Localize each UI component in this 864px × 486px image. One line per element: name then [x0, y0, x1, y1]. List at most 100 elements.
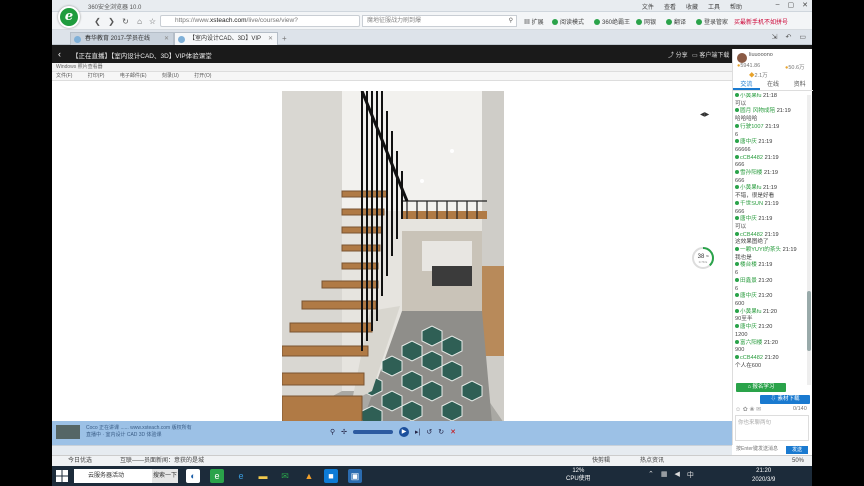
app-icon-3[interactable]: ■ — [324, 469, 338, 483]
today-picks[interactable]: 今日优选 — [68, 456, 92, 466]
chat-sender[interactable]: 富六阳楼 — [740, 340, 762, 346]
tab-close-icon[interactable]: ✕ — [164, 33, 169, 45]
ext-login[interactable]: 登录管家 — [696, 17, 728, 26]
wechat-icon[interactable]: ✉ — [278, 469, 292, 483]
favorite-star-icon[interactable]: ☆ — [147, 16, 158, 27]
live-video[interactable]: Windows 照片查看器 文件(F) 打印(P) 电子邮件(E) 刻录(U) … — [52, 63, 732, 445]
quick-edit[interactable]: 快剪辑 — [592, 456, 610, 466]
tab-chunhua[interactable]: 春华教育 2017-学员在线 ✕ — [70, 32, 174, 45]
chat-sender[interactable]: 唐中庆 — [740, 139, 757, 145]
client-download-button[interactable]: ▭ 客户端下载 — [692, 50, 729, 59]
rotate-right-icon[interactable]: ↻ — [438, 428, 444, 436]
taskbar-search-button[interactable]: 搜索一下 — [152, 469, 178, 483]
play-button[interactable]: ▶ — [399, 427, 410, 437]
tab-materials[interactable]: 资料 — [786, 80, 813, 90]
tab-expand-icon[interactable]: ▭ — [799, 33, 806, 41]
chat-sender[interactable]: 雪孙阳楼 — [740, 170, 762, 176]
ime-icon[interactable]: 中 — [687, 470, 694, 480]
course-title: 【正在直播】【室内设计CAD、3D】VIP体验课堂 — [72, 53, 212, 60]
enroll-button[interactable]: ⌂ 报名学习 — [736, 383, 786, 392]
chat-scrollbar[interactable] — [807, 95, 811, 385]
fit-icon[interactable]: ✢ — [341, 428, 347, 436]
share-button[interactable]: ⤴ 分享 — [668, 50, 688, 59]
scroll-thumb[interactable] — [807, 291, 811, 351]
menu-tools[interactable]: 工具 — [708, 2, 720, 11]
chat-sender[interactable]: 楼台楼 — [740, 262, 757, 268]
chat-sender[interactable]: 小黄果fu — [740, 185, 761, 191]
refresh-icon[interactable]: ↻ — [120, 16, 131, 27]
chat-time: 21:19 — [764, 154, 779, 161]
tab-undo-icon[interactable]: ↶ — [786, 33, 792, 41]
chat-sender[interactable]: cCB4482 — [740, 355, 763, 361]
menu-view[interactable]: 查看 — [664, 2, 676, 11]
tab-online[interactable]: 在线 — [760, 80, 787, 90]
send-button[interactable]: 发送 — [786, 446, 808, 454]
search-icon[interactable]: ⚲ — [509, 16, 513, 26]
ext-bank[interactable]: 网银 — [636, 17, 656, 26]
app-icon-4[interactable]: ▣ — [348, 469, 362, 483]
app-icon-1[interactable]: ◐ — [186, 469, 200, 483]
windows-start-icon[interactable] — [56, 470, 68, 482]
maximize-icon[interactable]: ▢ — [788, 1, 795, 9]
tray-chevron-icon[interactable]: ⌃ — [648, 470, 654, 480]
ext-promo[interactable]: 买最新手机不如拼号 — [734, 17, 788, 26]
360-browser-icon[interactable]: e — [210, 469, 224, 483]
folder-icon[interactable]: ▬ — [256, 469, 270, 483]
chat-sender[interactable]: 行驶1007 — [740, 124, 764, 130]
ext-expand[interactable]: ▦ 扩展 — [524, 17, 544, 26]
news-ticker[interactable]: 互联——员面新闻：意获的是城 — [120, 456, 204, 466]
forward-icon[interactable]: ❯ — [106, 16, 117, 27]
home-icon[interactable]: ⌂ — [134, 16, 145, 27]
zoom-level[interactable]: 50% — [792, 456, 804, 466]
network-icon[interactable]: ▦ — [661, 470, 668, 480]
next-icon[interactable]: ▸| — [415, 428, 420, 436]
chat-sender[interactable]: 圆月 风物成陪 — [740, 108, 775, 114]
tab-list-icon[interactable]: ⇲ — [772, 33, 778, 41]
chat-sender[interactable]: 小黄果fu — [740, 93, 761, 99]
menu-favorites[interactable]: 收藏 — [686, 2, 698, 11]
chat-text: 600 — [735, 300, 745, 307]
chat-sender[interactable]: cCB4482 — [740, 155, 763, 161]
back-icon[interactable]: ❮ — [92, 16, 103, 27]
emoji-toolbar[interactable]: ☺ ✿ ❀ ✉ — [735, 406, 761, 413]
video-control-strip: Coco 正在讲课 ...... www.xsteach.com 版权所有 直播… — [52, 421, 732, 445]
chat-sender[interactable]: 千世SUN — [740, 201, 763, 207]
ext-guard[interactable]: 360绝霸王 — [594, 17, 630, 26]
app-icon-2[interactable]: ▲ — [302, 469, 316, 483]
user-badge-icon — [735, 108, 739, 113]
minimize-icon[interactable]: – — [776, 1, 780, 9]
zoom-icon[interactable]: ⚲ — [330, 428, 335, 436]
chat-sender[interactable]: 一颗YUYI的茶头 — [740, 247, 781, 253]
new-tab-icon[interactable]: + — [282, 34, 287, 43]
tab-close-icon[interactable]: ✕ — [268, 33, 273, 45]
chat-input[interactable]: 你也来聊两句 — [735, 415, 809, 441]
menu-help[interactable]: 帮助 — [730, 2, 742, 11]
close-icon[interactable]: ✕ — [802, 1, 808, 9]
ext-read-mode[interactable]: 阅读模式 — [552, 17, 584, 26]
chat-text: 这效果图绝了 — [735, 239, 769, 246]
browser-menu: 文件 查看 收藏 工具 帮助 — [642, 2, 742, 11]
material-download-button[interactable]: ⇩ 素材下载 — [760, 395, 810, 404]
chat-sender[interactable]: 唐中庆 — [740, 293, 757, 299]
rotate-left-icon[interactable]: ↺ — [426, 428, 432, 436]
chat-sender[interactable]: 田鑫景 — [740, 278, 757, 284]
menu-file[interactable]: 文件 — [642, 2, 654, 11]
chat-sender[interactable]: cCB4482 — [740, 232, 763, 238]
ext-translate[interactable]: 翻译 — [666, 17, 686, 26]
delete-icon[interactable]: ✕ — [450, 428, 456, 436]
chat-sender[interactable]: 唐中庆 — [740, 216, 757, 222]
back-arrow-icon[interactable]: ‹ — [58, 49, 61, 59]
edge-icon[interactable]: e — [234, 469, 248, 483]
volume-icon[interactable]: ◀ — [675, 470, 680, 480]
url-input[interactable]: https://www.xsteach.com/live/course/view… — [160, 15, 360, 27]
chat-sender[interactable]: 唐中庆 — [740, 324, 757, 330]
slider-bar[interactable] — [353, 430, 394, 434]
search-input[interactable]: 魔地征服战力刷到爆 ⚲ — [362, 15, 517, 27]
hot-news[interactable]: 热点资讯 — [640, 456, 664, 466]
tab-chat[interactable]: 交流 — [733, 80, 760, 90]
chat-sender[interactable]: 小黄果fu — [740, 309, 761, 315]
tab-course[interactable]: 【室内设计CAD、3D】VIP ✕ — [174, 32, 278, 45]
avatar[interactable] — [737, 53, 747, 63]
chat-time: 21:20 — [758, 324, 773, 331]
chat-time: 21:19 — [763, 185, 778, 192]
